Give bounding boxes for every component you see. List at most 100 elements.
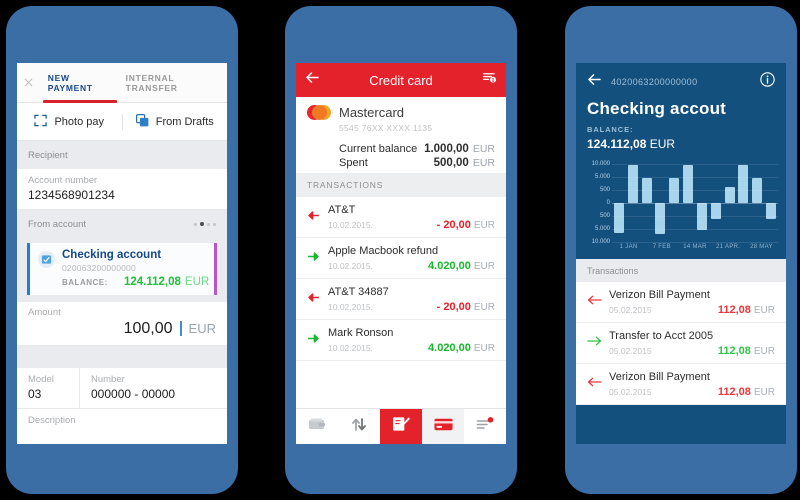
transactions-section-label: Transactions xyxy=(587,265,639,276)
chart-zero-line xyxy=(612,203,778,204)
table-row[interactable]: Transfer to Acct 2005 05.02.2015 112,08 … xyxy=(576,323,786,364)
transaction-name: Transfer to Acct 2005 xyxy=(609,330,714,342)
transaction-currency: EUR xyxy=(753,346,775,357)
chart-x-tick: 1 JAN xyxy=(619,244,638,250)
from-drafts-label: From Drafts xyxy=(155,115,214,128)
nav-new-payment[interactable] xyxy=(380,409,422,444)
chart-x-axis: 1 JAN 7 FEB 14 MAR 21 APR. 28 MAY xyxy=(612,244,778,250)
account-number-value: 1234568901234 xyxy=(28,188,115,202)
table-row[interactable]: Mark Ronson 10.02.2015. 4.020,00 EUR xyxy=(296,320,506,361)
stacked-squares-icon xyxy=(135,113,149,130)
arrow-in-icon xyxy=(307,330,320,348)
carousel-dots[interactable] xyxy=(194,222,216,226)
transaction-amount: 112,08 xyxy=(717,386,751,398)
from-drafts-button[interactable]: From Drafts xyxy=(121,113,228,130)
current-balance-row: Current balance 1.000,00 EUR xyxy=(339,142,495,156)
transaction-amount: 112,08 xyxy=(717,345,751,357)
back-arrow-icon[interactable] xyxy=(587,73,602,91)
carousel-dot-active xyxy=(200,222,204,226)
transaction-name: Verizon Bill Payment xyxy=(609,371,710,383)
table-row[interactable]: Apple Macbook refund 10.02.2015. 4.020,0… xyxy=(296,238,506,279)
transactions-section-label: TRANSACTIONS xyxy=(307,180,384,190)
from-account-section-header: From account xyxy=(17,210,227,238)
phone1-screen: NEW PAYMENT INTERNAL TRANSFER Photo pay xyxy=(17,63,227,444)
chart-gridline xyxy=(612,242,778,243)
transaction-name: AT&T 34887 xyxy=(328,286,389,298)
chart-area: 10.000 5.000 500 0 500 5.000 10.000 1 JAN 7 FEB… xyxy=(580,161,778,256)
amount-field[interactable]: Amount 100,00 EUR xyxy=(17,302,227,346)
arrow-out-icon xyxy=(587,292,602,310)
model-label: Model xyxy=(28,374,54,385)
transaction-name: Verizon Bill Payment xyxy=(609,289,710,301)
chart-y-tick: 5.000 xyxy=(594,226,610,232)
chart-bar xyxy=(627,165,638,203)
chart-y-tick: 10.000 xyxy=(591,161,610,167)
chart-plot xyxy=(612,164,778,243)
transaction-date: 10.02.2015. xyxy=(328,220,373,230)
description-label: Description xyxy=(28,415,76,426)
photo-pay-label: Photo pay xyxy=(54,115,105,128)
account-number-label: Account number xyxy=(28,175,98,186)
chart-gridline xyxy=(612,177,778,178)
nav-notifications[interactable] xyxy=(464,409,506,444)
credit-card-icon xyxy=(433,418,453,436)
carousel-dot xyxy=(194,222,197,226)
table-row[interactable]: AT&T 34887 10.02.2015. - 20,00 EUR xyxy=(296,279,506,320)
current-balance-label: Current balance xyxy=(339,143,418,155)
nav-cards[interactable] xyxy=(422,409,464,444)
transfer-arrows-icon xyxy=(351,417,367,437)
transaction-date: 10.02.2015. xyxy=(328,261,373,271)
phone3-balance-row: 124.112,08 EUR xyxy=(587,137,775,151)
current-balance-value: 1.000,00 xyxy=(424,143,469,155)
account-card-balance-row: BALANCE: 124.112,08 EUR xyxy=(62,276,209,288)
transaction-body: Mark Ronson 10.02.2015. 4.020,00 EUR xyxy=(328,327,495,354)
table-row[interactable]: Verizon Bill Payment 05.02.2015 112,08 E… xyxy=(576,364,786,405)
transaction-name: Apple Macbook refund xyxy=(328,245,439,257)
account-number-field[interactable]: Account number 1234568901234 xyxy=(17,169,227,210)
page-title: Checking accout xyxy=(587,99,727,118)
arrow-out-icon xyxy=(307,289,320,307)
chart-y-tick: 500 xyxy=(599,187,610,193)
nav-wallet[interactable] xyxy=(296,409,338,444)
chart-x-tick: 28 MAY xyxy=(750,244,773,250)
photo-pay-button[interactable]: Photo pay xyxy=(17,114,122,130)
chart-y-tick: 0 xyxy=(606,200,610,206)
transaction-currency: EUR xyxy=(473,343,495,354)
account-card-balance-label: BALANCE: xyxy=(62,278,108,287)
info-circle-icon[interactable] xyxy=(760,72,775,92)
transaction-body: Apple Macbook refund 10.02.2015. 4.020,0… xyxy=(328,245,495,272)
chart-y-axis: 10.000 5.000 500 0 500 5.000 10.000 xyxy=(580,161,610,245)
credit-card-brand-row: Mastercard xyxy=(307,105,495,120)
arrow-in-icon xyxy=(587,333,602,351)
new-payment-pencil-icon xyxy=(392,416,411,437)
table-row[interactable]: Verizon Bill Payment 05.02.2015 112,08 E… xyxy=(576,282,786,323)
amount-label: Amount xyxy=(28,307,61,318)
credit-card-summary[interactable]: Mastercard 5545 76XX XXXX 1135 Current b… xyxy=(296,97,506,173)
amount-value: 100,00 xyxy=(123,320,173,337)
phone1-tab-bar: NEW PAYMENT INTERNAL TRANSFER xyxy=(17,63,227,103)
from-account-section-label: From account xyxy=(28,218,87,230)
table-row[interactable]: AT&T 10.02.2015. - 20,00 EUR xyxy=(296,197,506,238)
phone-mockup-checking-account: 4020063200000000 Checking accout BALANCE… xyxy=(565,6,797,494)
number-field[interactable]: Number 000000 - 00000 xyxy=(79,368,227,408)
transactions-section-header: Transactions xyxy=(576,259,786,282)
transaction-date: 10.02.2015. xyxy=(328,302,373,312)
credit-card-pan: 5545 76XX XXXX 1135 xyxy=(339,123,433,133)
recipient-section-label: Recipient xyxy=(28,149,68,161)
close-icon[interactable] xyxy=(17,76,41,89)
list-info-icon[interactable] xyxy=(482,71,497,89)
back-arrow-icon[interactable] xyxy=(305,71,320,89)
nav-transfer[interactable] xyxy=(338,409,380,444)
model-field[interactable]: Model 03 xyxy=(17,368,79,408)
from-account-carousel: Checking account 020063200000000 BALANCE… xyxy=(17,238,227,302)
account-card-checking[interactable]: Checking account 020063200000000 BALANCE… xyxy=(27,243,217,295)
transaction-date: 05.02.2015 xyxy=(609,305,652,315)
phone3-balance-value: 124.112,08 xyxy=(587,137,647,151)
tab-new-payment[interactable]: NEW PAYMENT xyxy=(41,63,119,103)
chart-gridline xyxy=(612,229,778,230)
tab-internal-transfer[interactable]: INTERNAL TRANSFER xyxy=(119,63,227,103)
spent-currency: EUR xyxy=(472,157,495,169)
model-number-row: Model 03 Number 000000 - 00000 xyxy=(17,368,227,409)
payment-details-divider xyxy=(17,346,227,368)
account-card-balance-currency: EUR xyxy=(184,276,210,288)
